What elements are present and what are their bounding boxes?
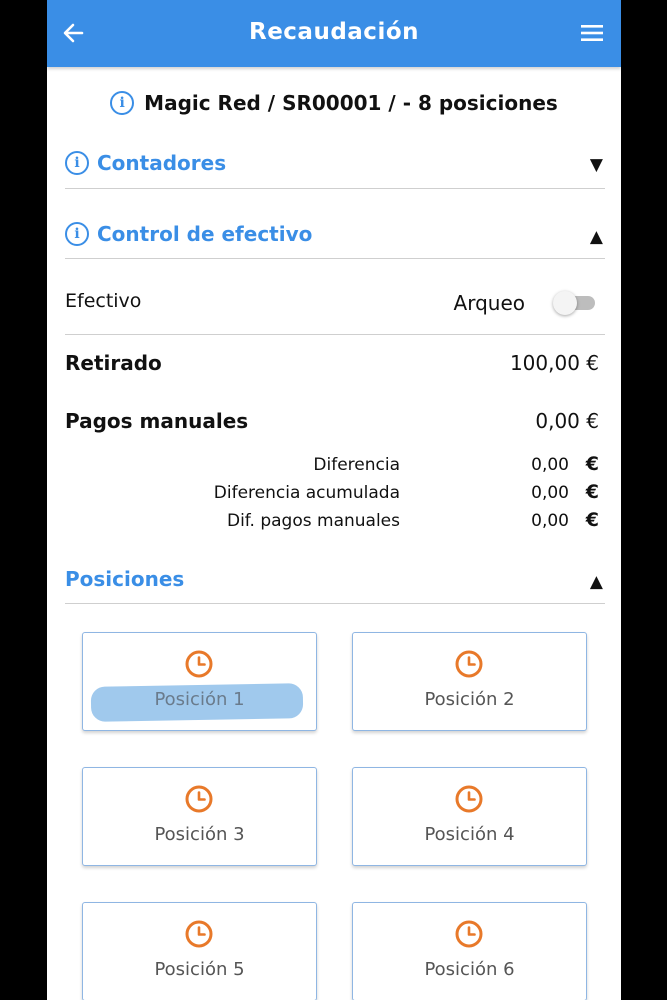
machine-header: i Magic Red / SR00001 / - 8 posiciones bbox=[47, 90, 621, 117]
dif-pagos-manuales-value: 0,00 bbox=[531, 511, 569, 531]
position-label: Posición 2 bbox=[424, 689, 515, 710]
section-control-efectivo-title[interactable]: i Control de efectivo bbox=[65, 221, 313, 248]
position-label: Posición 6 bbox=[424, 959, 515, 980]
efectivo-label: Efectivo bbox=[65, 290, 142, 312]
collapse-arrow-icon[interactable]: ▲ bbox=[590, 572, 603, 592]
app-bar: Recaudación bbox=[47, 0, 621, 67]
screen: Recaudación i Magic Red / SR00001 / - 8 p… bbox=[47, 0, 621, 1000]
position-card-1[interactable]: Posición 1 bbox=[82, 632, 317, 731]
section-contadores-label: Contadores bbox=[97, 151, 227, 175]
machine-header-text: Magic Red / SR00001 / - 8 posiciones bbox=[144, 91, 558, 115]
position-card-5[interactable]: Posición 5 bbox=[82, 902, 317, 1000]
clock-icon bbox=[185, 920, 213, 948]
efectivo-row: Efectivo Arqueo bbox=[65, 288, 605, 335]
section-contadores[interactable]: i Contadores ▼ bbox=[65, 148, 605, 189]
pagos-manuales-row: Pagos manuales 0,00 € bbox=[65, 409, 605, 437]
retirado-label: Retirado bbox=[65, 351, 162, 375]
position-label: Posición 1 bbox=[154, 689, 245, 710]
diferencia-acumulada-value: 0,00 bbox=[531, 483, 569, 503]
clock-icon bbox=[455, 650, 483, 678]
position-card-3[interactable]: Posición 3 bbox=[82, 767, 317, 866]
clock-icon bbox=[455, 920, 483, 948]
dif-pagos-manuales-label: Dif. pagos manuales bbox=[226, 511, 400, 531]
pagos-manuales-label: Pagos manuales bbox=[65, 409, 249, 433]
pagos-manuales-value: 0,00 € bbox=[535, 409, 599, 433]
position-card-2[interactable]: Posición 2 bbox=[352, 632, 587, 731]
diferencia-label: Diferencia bbox=[313, 455, 400, 475]
section-control-efectivo[interactable]: i Control de efectivo ▲ bbox=[65, 218, 605, 259]
hamburger-menu-icon[interactable] bbox=[579, 20, 605, 46]
diferencia-acumulada-row: Diferencia acumulada 0,00 € bbox=[65, 481, 605, 507]
info-icon: i bbox=[65, 221, 89, 246]
toggle-knob bbox=[553, 291, 577, 315]
diferencia-acumulada-currency: € bbox=[585, 481, 599, 503]
dif-pagos-manuales-currency: € bbox=[585, 509, 599, 531]
dif-pagos-manuales-row: Dif. pagos manuales 0,00 € bbox=[65, 509, 605, 535]
expand-arrow-icon[interactable]: ▼ bbox=[590, 155, 603, 175]
section-posiciones[interactable]: Posiciones ▲ bbox=[65, 563, 605, 604]
position-card-6[interactable]: Posición 6 bbox=[352, 902, 587, 1000]
collapse-arrow-icon[interactable]: ▲ bbox=[590, 227, 603, 247]
diferencia-currency: € bbox=[585, 453, 599, 475]
position-card-4[interactable]: Posición 4 bbox=[352, 767, 587, 866]
clock-icon bbox=[455, 785, 483, 813]
diferencia-row: Diferencia 0,00 € bbox=[65, 453, 605, 479]
clock-icon bbox=[185, 785, 213, 813]
section-contadores-title[interactable]: i Contadores bbox=[65, 150, 227, 177]
retirado-row: Retirado 100,00 € bbox=[65, 351, 605, 379]
position-label: Posición 4 bbox=[424, 824, 515, 845]
clock-icon bbox=[185, 650, 213, 678]
arqueo-label: Arqueo bbox=[453, 291, 525, 315]
retirado-value: 100,00 € bbox=[509, 351, 599, 375]
diferencia-value: 0,00 bbox=[531, 455, 569, 475]
section-posiciones-title[interactable]: Posiciones bbox=[65, 567, 184, 591]
arqueo-toggle[interactable] bbox=[553, 290, 597, 315]
info-icon: i bbox=[65, 150, 89, 175]
diferencia-acumulada-label: Diferencia acumulada bbox=[213, 483, 400, 503]
info-icon: i bbox=[110, 90, 135, 115]
page-title: Recaudación bbox=[248, 19, 419, 45]
position-label: Posición 3 bbox=[154, 824, 245, 845]
section-control-efectivo-label: Control de efectivo bbox=[97, 222, 313, 246]
position-label: Posición 5 bbox=[154, 959, 245, 980]
